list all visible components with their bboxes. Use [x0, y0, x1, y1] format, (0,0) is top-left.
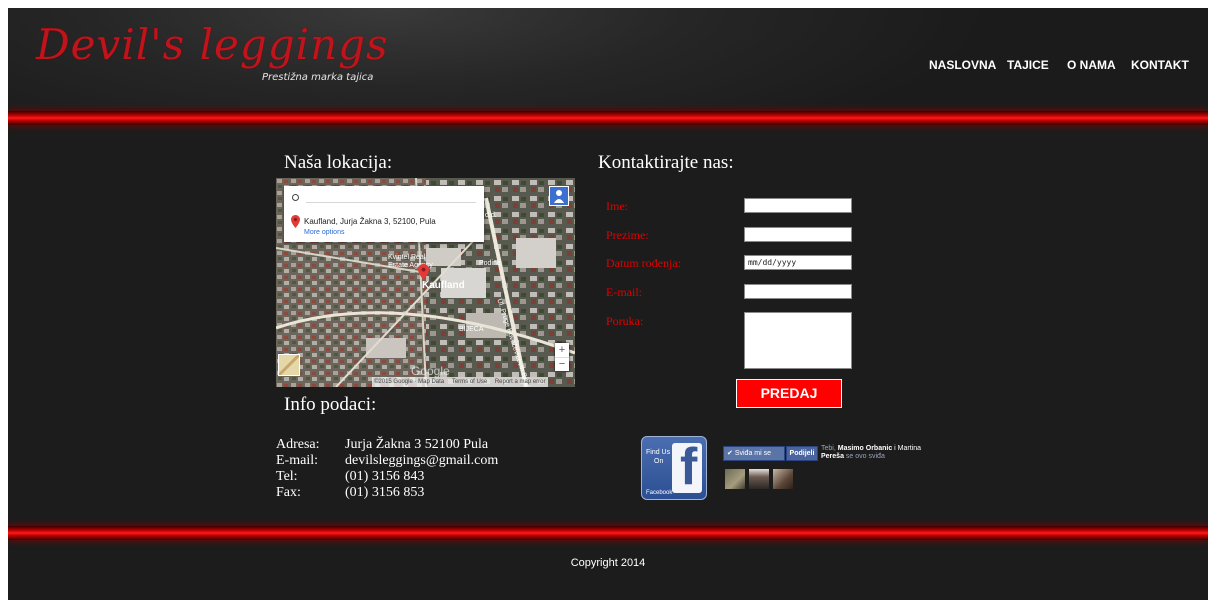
- label-ime: Ime:: [606, 199, 628, 213]
- friend-avatar-1[interactable]: [725, 469, 745, 489]
- pegman-button[interactable]: [549, 186, 569, 206]
- contact-title: Kontaktirajte nas:: [598, 152, 734, 173]
- terms-link[interactable]: Terms of Use: [452, 379, 487, 385]
- label-poruka: Poruka:: [606, 314, 644, 328]
- map-type-toggle[interactable]: [277, 353, 301, 377]
- info-label-fax: Fax:: [276, 485, 301, 500]
- info-title: Info podaci:: [284, 394, 377, 415]
- label-email: E-mail:: [606, 285, 642, 299]
- nav-kontakt[interactable]: KONTAKT: [1131, 58, 1189, 72]
- nav-tajice[interactable]: TAJICE: [1007, 58, 1049, 72]
- map-label-kaufland: Kaufland: [422, 280, 465, 291]
- friends-separator[interactable]: i Martina: [894, 445, 921, 452]
- map-search-card: Kaufland, Jurja Žakna 3, 52100, Pula Mor…: [284, 186, 484, 242]
- map-label-bijeca: BIJECA: [459, 326, 484, 333]
- origin-circle-icon: [292, 194, 299, 201]
- location-map[interactable]: Kaufland, Jurja Žakna 3, 52100, Pula Mor…: [276, 178, 575, 387]
- ime-input[interactable]: [744, 198, 852, 213]
- facebook-f-icon: f: [672, 438, 702, 496]
- friend-name-1[interactable]: Masimo Orbanic: [838, 445, 892, 452]
- info-label-adresa: Adresa:: [276, 437, 320, 452]
- fb-share-button[interactable]: Podijeli: [786, 446, 818, 461]
- info-value-adresa: Jurja Žakna 3 52100 Pula: [345, 437, 489, 452]
- thumbs-up-icon: ✔: [727, 450, 733, 457]
- label-datum-rodenja: Datum rođenja:: [606, 256, 681, 270]
- tagline: Prestižna marka tajica: [262, 72, 374, 83]
- copyright: Copyright 2014: [570, 557, 646, 569]
- zoom-controls: + −: [555, 343, 569, 371]
- friend-avatar-2[interactable]: [749, 469, 769, 489]
- page: Devil's leggings Prestižna marka tajica …: [8, 8, 1208, 600]
- google-watermark: Google: [411, 364, 450, 378]
- nav-naslovna[interactable]: NASLOVNA: [929, 58, 996, 72]
- datum-input[interactable]: mm/dd/yyyy: [744, 255, 852, 270]
- info-value-email[interactable]: devilsleggings@gmail.com: [345, 453, 498, 469]
- location-pin-icon: [291, 215, 300, 228]
- nav-o-nama[interactable]: O NAMA: [1067, 58, 1116, 72]
- label-prezime: Prezime:: [606, 228, 649, 242]
- report-error-link[interactable]: Report a map error: [495, 379, 546, 385]
- site-logo[interactable]: Devil's leggings: [36, 20, 389, 69]
- info-label-tel: Tel:: [276, 469, 298, 484]
- poruka-textarea[interactable]: [744, 312, 852, 369]
- fb-like-button[interactable]: ✔ Sviđa mi se: [723, 446, 785, 461]
- like-label: Sviđa mi se: [734, 450, 772, 457]
- fb-friends-text: Tebi, Masimo Orbanic i Martina Pereša se…: [821, 445, 941, 461]
- friends-suffix: se ovo sviđa: [845, 453, 885, 460]
- zoom-in-button[interactable]: +: [555, 343, 569, 357]
- find-us-on-facebook-badge[interactable]: Find Us On f Facebook: [641, 436, 707, 500]
- predaj-button[interactable]: PREDAJ: [736, 379, 842, 408]
- header-divider: [8, 111, 1208, 125]
- friend-name-2[interactable]: Pereša: [821, 453, 844, 460]
- location-title: Naša lokacija:: [284, 152, 393, 173]
- info-label-email: E-mail:: [276, 453, 318, 468]
- on-text: On: [654, 458, 664, 465]
- map-address: Kaufland, Jurja Žakna 3, 52100, Pula: [304, 217, 436, 226]
- map-label-podine: Podine: [479, 260, 501, 267]
- find-us-text: Find Us: [646, 449, 671, 456]
- friends-prefix: Tebi,: [821, 445, 836, 452]
- kaufland-pin-icon[interactable]: [418, 264, 429, 280]
- prezime-input[interactable]: [744, 227, 852, 242]
- map-footer: ©2015 Google · Map Data Terms of Use Rep…: [372, 377, 548, 387]
- more-options-link[interactable]: More options: [304, 229, 344, 236]
- info-value-fax: (01) 3156 853: [345, 485, 425, 500]
- friend-avatar-3[interactable]: [773, 469, 793, 489]
- map-label-brioni: BRIONI d.d.: [459, 212, 497, 219]
- map-copyright: ©2015 Google · Map Data: [374, 379, 445, 385]
- zoom-out-button[interactable]: −: [555, 357, 569, 372]
- facebook-text: Facebook: [646, 490, 673, 496]
- footer-divider: [8, 526, 1208, 540]
- person-icon: [554, 190, 564, 203]
- email-input[interactable]: [744, 284, 852, 299]
- info-value-tel: (01) 3156 843: [345, 469, 425, 484]
- map-thumbnail-icon: [277, 353, 301, 377]
- header: Devil's leggings Prestižna marka tajica …: [8, 8, 1208, 108]
